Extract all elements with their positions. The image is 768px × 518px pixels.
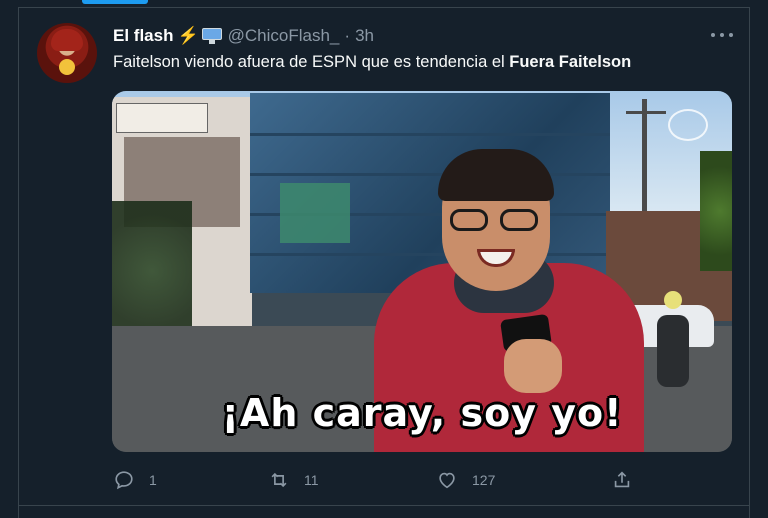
- photo-pole-arm: [626, 111, 666, 114]
- photo-person-glasses: [450, 209, 542, 231]
- column-border-left: [18, 7, 19, 518]
- retweet-icon: [271, 472, 287, 488]
- tweet-text-bold: Fuera Faitelson: [509, 53, 632, 71]
- desktop-computer-icon: [201, 28, 222, 44]
- photo-hand: [504, 339, 562, 393]
- avatar-emblem: [59, 59, 75, 75]
- tweet-media-image[interactable]: ¡Ah caray, soy yo!: [112, 91, 732, 452]
- like-count: 127: [472, 472, 496, 488]
- active-tab-indicator: [82, 0, 148, 4]
- reply-icon: [115, 471, 133, 490]
- photo-watermark-logo: [668, 109, 708, 141]
- author-name[interactable]: El flash: [113, 26, 173, 46]
- top-divider: [18, 7, 750, 8]
- photo-motorcycle: [657, 315, 689, 387]
- tweet-timestamp[interactable]: 3h: [355, 26, 374, 46]
- reply-count: 1: [149, 472, 157, 488]
- retweet-button[interactable]: 11: [268, 466, 319, 494]
- like-button[interactable]: 127: [436, 466, 495, 494]
- share-button[interactable]: [611, 466, 647, 494]
- avatar[interactable]: [37, 23, 97, 83]
- header-separator: ·: [344, 26, 351, 45]
- more-options-icon[interactable]: [711, 28, 733, 42]
- retweet-count: 11: [304, 472, 319, 488]
- lightning-bolt-icon: ⚡: [177, 26, 199, 45]
- reply-button[interactable]: 1: [113, 466, 157, 494]
- heart-icon: [439, 472, 455, 489]
- photo-right-tree: [700, 151, 732, 271]
- photo-left-tree: [112, 201, 192, 341]
- tweet-header: El flash ⚡ @ChicoFlash_ · 3h: [113, 24, 374, 48]
- photo-rider-helmet: [664, 291, 682, 309]
- avatar-mask: [51, 29, 83, 51]
- tweet-text: Faitelson viendo afuera de ESPN que es t…: [113, 53, 631, 72]
- media-caption: ¡Ah caray, soy yo!: [221, 391, 623, 435]
- bottom-divider: [18, 505, 750, 506]
- tweet-text-plain: Faitelson viendo afuera de ESPN que es t…: [113, 53, 510, 71]
- share-icon: [614, 471, 630, 488]
- author-handle[interactable]: @ChicoFlash_: [228, 26, 340, 46]
- column-border-right: [749, 7, 750, 518]
